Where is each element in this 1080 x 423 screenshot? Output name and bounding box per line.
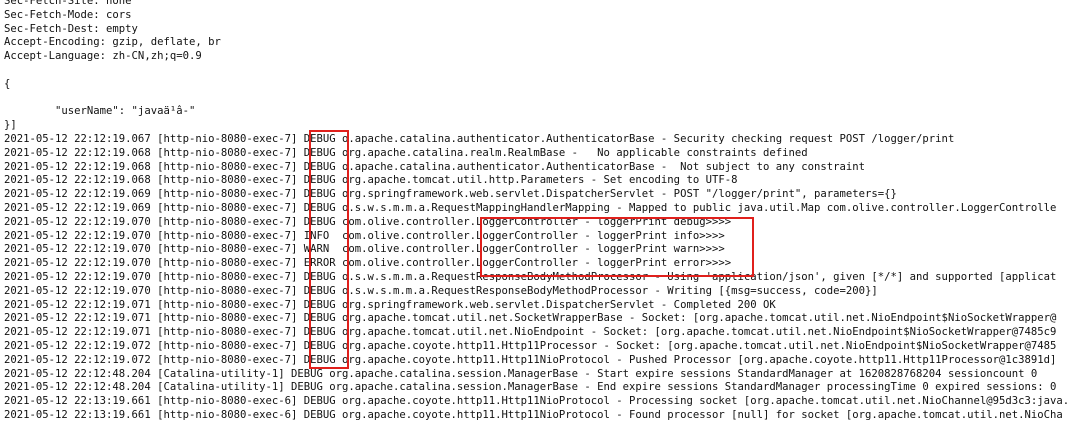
log-line: 2021-05-12 22:12:19.070 [http-nio-8080-e… [4,243,725,256]
log-line: 2021-05-12 22:12:48.204 [Catalina-utilit… [4,367,1038,380]
log-line: 2021-05-12 22:12:19.072 [http-nio-8080-e… [4,339,1057,352]
log-line: 2021-05-12 22:12:19.070 [http-nio-8080-e… [4,257,732,270]
log-line: 2021-05-12 22:12:19.069 [http-nio-8080-e… [4,188,897,201]
log-line: 2021-05-12 22:12:19.070 [http-nio-8080-e… [4,215,732,228]
log-line: }] [4,119,17,132]
log-line: 2021-05-12 22:13:19.661 [http-nio-8080-e… [4,395,1070,408]
log-line: Sec-Fetch-Site: none [4,0,132,7]
log-line: 2021-05-12 22:12:19.071 [http-nio-8080-e… [4,312,1057,325]
log-line: 2021-05-12 22:12:19.070 [http-nio-8080-e… [4,270,1057,283]
log-line: 2021-05-12 22:12:19.068 [http-nio-8080-e… [4,146,808,159]
log-line: "userName": "javaä¹â-" [4,105,196,118]
log-line: 2021-05-12 22:12:19.068 [http-nio-8080-e… [4,174,738,187]
log-line: Sec-Fetch-Mode: cors [4,8,132,21]
log-line: 2021-05-12 22:12:48.204 [Catalina-utilit… [4,381,1057,394]
log-text-view: Sec-Fetch-Site: none Sec-Fetch-Mode: cors… [0,0,1080,423]
log-line: Accept-Language: zh-CN,zh;q=0.9 [4,50,202,63]
log-line: Sec-Fetch-Dest: empty [4,22,138,35]
log-line: 2021-05-12 22:12:19.071 [http-nio-8080-e… [4,326,1057,339]
log-line: 2021-05-12 22:12:19.069 [http-nio-8080-e… [4,201,1057,214]
log-line: 2021-05-12 22:12:19.070 [http-nio-8080-e… [4,284,878,297]
log-line: 2021-05-12 22:12:19.070 [http-nio-8080-e… [4,229,725,242]
log-line: 2021-05-12 22:12:19.067 [http-nio-8080-e… [4,132,955,145]
log-line: 2021-05-12 22:12:19.068 [http-nio-8080-e… [4,160,866,173]
log-line: Accept-Encoding: gzip, deflate, br [4,36,221,49]
log-line: 2021-05-12 22:13:19.661 [http-nio-8080-e… [4,408,1063,421]
log-line: 2021-05-12 22:12:19.071 [http-nio-8080-e… [4,298,776,311]
log-line: 2021-05-12 22:12:19.072 [http-nio-8080-e… [4,353,1057,366]
log-line: { [4,77,11,90]
